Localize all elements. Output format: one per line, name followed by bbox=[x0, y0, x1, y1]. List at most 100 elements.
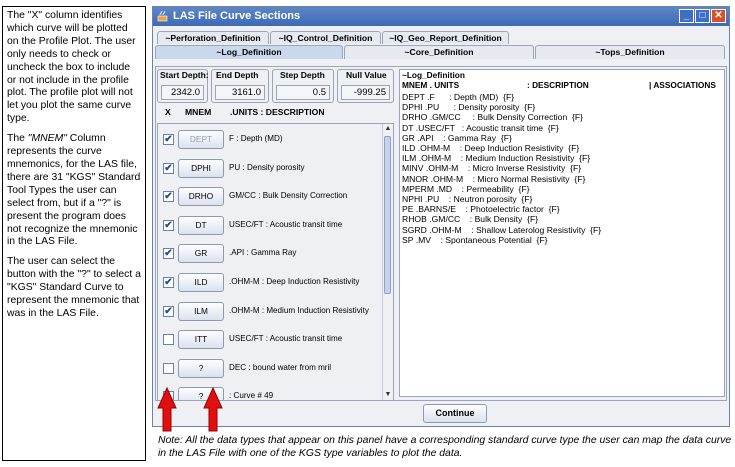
mnem-button[interactable]: DT bbox=[178, 215, 224, 235]
step-depth-group: Step Depth 0.5 bbox=[272, 69, 334, 103]
tab-log-definition[interactable]: ~Log_Definition bbox=[155, 45, 343, 59]
plot-checkbox[interactable]: ✔ bbox=[163, 162, 174, 174]
step-depth-field[interactable]: 0.5 bbox=[276, 85, 330, 100]
definition-line: DT .USEC/FT : Acoustic transit time {F} bbox=[402, 122, 559, 133]
mnem-button[interactable]: DEPT bbox=[178, 130, 224, 149]
log-definition-panel: Start Depth: 2342.0 End Depth 3161.0 Ste… bbox=[155, 66, 727, 401]
definition-line: RHOB .GM/CC : Bulk Density {F} bbox=[402, 214, 539, 225]
explanation-panel: The "X" column identifies which curve wi… bbox=[2, 6, 146, 461]
mnem-button[interactable]: DRHO bbox=[178, 187, 224, 207]
step-depth-label: Step Depth bbox=[280, 70, 325, 80]
curve-description: : Curve # 49 bbox=[229, 391, 274, 401]
mnem-button[interactable]: ILD bbox=[178, 273, 224, 292]
plot-checkbox[interactable]: ✔ bbox=[163, 191, 174, 203]
red-arrow-checkbox-icon bbox=[157, 386, 177, 432]
definition-line: DEPT .F : Depth (MD) {F} bbox=[402, 92, 515, 102]
curve-row: ? DEC : bound water from mril bbox=[158, 355, 384, 384]
java-app-icon bbox=[157, 10, 168, 22]
explanation-x-column: The "X" column identifies which curve wi… bbox=[7, 10, 136, 125]
end-depth-group: End Depth 3161.0 bbox=[211, 69, 269, 103]
window-title: LAS File Curve Sections bbox=[173, 10, 301, 22]
start-depth-field[interactable]: 2342.0 bbox=[161, 85, 204, 100]
curve-row: ✔ DPHI PU : Density porosity bbox=[158, 155, 384, 184]
las-curve-window: LAS File Curve Sections _ □ ✕ ~Perforati… bbox=[152, 6, 730, 427]
continue-button[interactable]: Continue bbox=[423, 404, 487, 423]
curve-row: ✔ ILD .OHM-M : Deep Induction Resistivity bbox=[158, 269, 384, 298]
definition-line: NPHI .PU : Neutron porosity {F} bbox=[402, 194, 533, 205]
start-depth-label: Start Depth: bbox=[160, 70, 209, 80]
explanation-mnem-pre: The bbox=[7, 133, 28, 145]
mnem-button[interactable]: GR bbox=[178, 244, 224, 264]
plot-checkbox[interactable]: ✔ bbox=[163, 134, 174, 145]
curve-row: ITT USEC/FT : Acoustic transit time bbox=[158, 326, 384, 355]
footer-note: Note: All the data types that appear on … bbox=[158, 435, 732, 459]
tab-iq-control-definition[interactable]: ~IQ_Control_Definition bbox=[270, 31, 381, 44]
scroll-up-arrow-icon[interactable]: ▲ bbox=[383, 124, 393, 134]
null-value-field[interactable]: -999.25 bbox=[341, 85, 390, 100]
tab-iq-geo-report-definition[interactable]: ~IQ_Geo_Report_Definition bbox=[382, 31, 509, 44]
end-depth-field[interactable]: 3161.0 bbox=[215, 85, 265, 100]
curve-description: .API : Gamma Ray bbox=[229, 248, 297, 258]
start-depth-group: Start Depth: 2342.0 bbox=[157, 69, 209, 103]
log-definition-textarea[interactable]: ~Log_Definition MNEM . UNITS : DESCRIPTI… bbox=[399, 69, 725, 397]
definition-lines: DEPT .F : Depth (MD) {F} DPHI .PU : Densi… bbox=[402, 92, 601, 245]
plot-checkbox[interactable]: ✔ bbox=[163, 248, 174, 260]
explanation-mnem-column: The "MNEM" Column represents the curve m… bbox=[7, 133, 141, 249]
tab-strip: ~Perforation_Definition ~IQ_Control_Defi… bbox=[153, 26, 729, 66]
curve-description: USEC/FT : Acoustic transit time bbox=[229, 334, 343, 344]
minimize-button[interactable]: _ bbox=[679, 9, 694, 23]
column-header-x: X bbox=[165, 107, 171, 117]
definition-line: SGRD .OHM-M : Shallow Laterolog Resistiv… bbox=[402, 224, 602, 235]
bottom-bar: Continue bbox=[153, 401, 729, 427]
scroll-down-arrow-icon[interactable]: ▼ bbox=[383, 390, 393, 400]
explanation-select-button: The user can select the button with the … bbox=[7, 256, 141, 319]
definition-line: ILM .OHM-M : Medium Induction Resistivit… bbox=[402, 153, 591, 164]
title-bar[interactable]: LAS File Curve Sections _ □ ✕ bbox=[153, 7, 729, 26]
tab-perforation-definition[interactable]: ~Perforation_Definition bbox=[157, 31, 269, 44]
curve-row: ✔ ILM .OHM-M : Medium Induction Resistivit… bbox=[158, 298, 384, 327]
curve-row: ✔ DEPT F : Depth (MD) bbox=[158, 126, 384, 155]
plot-checkbox[interactable]: ✔ bbox=[163, 219, 174, 231]
definition-title: ~Log_Definition bbox=[402, 70, 465, 80]
plot-checkbox[interactable] bbox=[163, 362, 174, 374]
definition-line: GR .API : Gamma Ray {F} bbox=[402, 132, 512, 143]
definition-line: DPHI .PU : Density porosity {F} bbox=[402, 102, 536, 113]
curve-description: .OHM-M : Medium Induction Resistivity bbox=[229, 305, 369, 315]
definition-line: SP .MV : Spontaneous Potential {F} bbox=[402, 234, 548, 245]
tab-core-definition[interactable]: ~Core_Definition bbox=[344, 45, 534, 59]
curve-list[interactable]: ▲ ▼ ✔ DEPT F : Depth (MD) ✔ DPHI PU : Density… bbox=[157, 123, 394, 401]
definition-line: DRHO .GM/CC : Bulk Density Correction {F… bbox=[402, 112, 583, 123]
curve-row: ✔ GR .API : Gamma Ray bbox=[158, 240, 384, 269]
curve-row: ✔ DRHO GM/CC : Bulk Density Correction bbox=[158, 183, 384, 212]
red-arrow-mnem-icon bbox=[203, 386, 223, 432]
tab-tops-definition[interactable]: ~Tops_Definition bbox=[535, 45, 725, 59]
end-depth-label: End Depth bbox=[216, 70, 259, 80]
plot-checkbox[interactable]: ✔ bbox=[163, 305, 174, 317]
explanation-mnem-post: Column represents the curve mnemonics, f… bbox=[7, 133, 141, 248]
definition-line: MPERM .MD : Permeability {F} bbox=[402, 183, 530, 194]
definition-line: MNOR .OHM-M : Micro Normal Resistivity {… bbox=[402, 173, 586, 184]
curve-description: USEC/FT : Acoustic transit time bbox=[229, 219, 343, 229]
mnem-button[interactable]: ITT bbox=[178, 330, 224, 350]
close-button[interactable]: ✕ bbox=[711, 9, 726, 23]
curve-row: ✔ DT USEC/FT : Acoustic transit time bbox=[158, 212, 384, 241]
definition-header-mnem: MNEM . UNITS bbox=[402, 80, 460, 90]
null-value-group: Null Value -999.25 bbox=[337, 69, 394, 103]
explanation-mnem-emphasis: "MNEM" bbox=[27, 133, 67, 145]
scroll-thumb[interactable] bbox=[384, 136, 391, 294]
definition-header-description: : DESCRIPTION bbox=[527, 80, 589, 90]
definition-line: MINV .OHM-M : Micro Inverse Resistivity … bbox=[402, 163, 582, 174]
plot-checkbox[interactable] bbox=[163, 334, 174, 346]
definition-line: ILD .OHM-M : Deep Induction Resistivity … bbox=[402, 143, 580, 154]
plot-checkbox[interactable]: ✔ bbox=[163, 277, 174, 288]
definition-header-associations: | ASSOCIATIONS bbox=[649, 80, 716, 90]
mnem-button[interactable]: ILM bbox=[178, 301, 224, 321]
null-value-label: Null Value bbox=[346, 70, 387, 80]
column-header-mnem: MNEM bbox=[185, 107, 212, 117]
curve-description: DEC : bound water from mril bbox=[229, 362, 332, 372]
mnem-button[interactable]: ? bbox=[178, 358, 224, 378]
column-header-units-description: .UNITS : DESCRIPTION bbox=[230, 107, 325, 117]
mnem-button[interactable]: DPHI bbox=[178, 158, 224, 178]
maximize-button[interactable]: □ bbox=[695, 9, 710, 23]
curve-row: ?: Curve # 49 bbox=[158, 383, 384, 401]
